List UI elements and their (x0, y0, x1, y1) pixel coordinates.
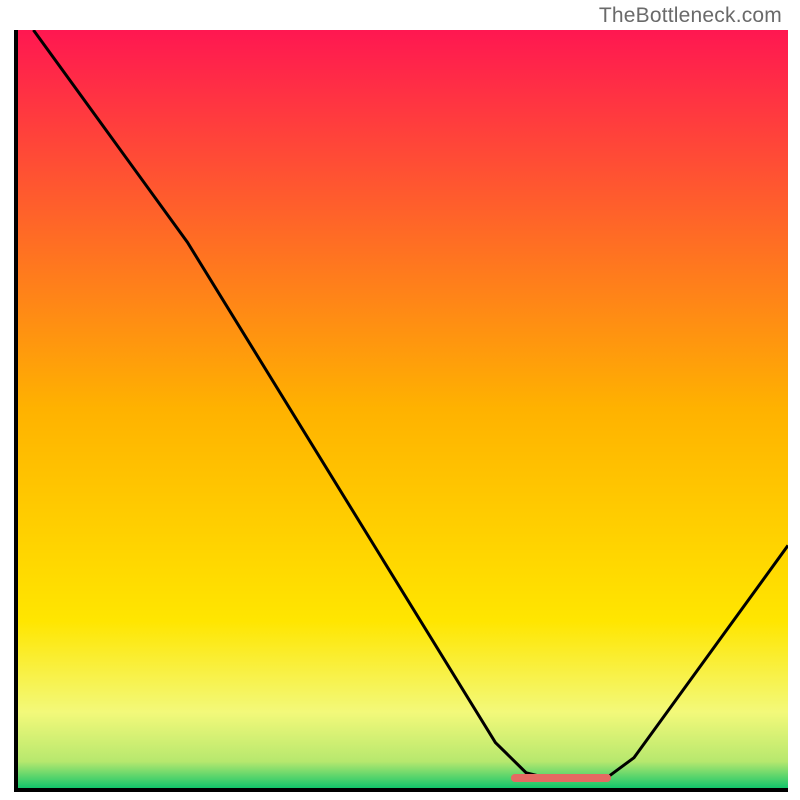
plot-area (18, 30, 788, 788)
optimal-range-marker (511, 774, 611, 782)
bottleneck-curve (18, 30, 788, 788)
watermark-text: TheBottleneck.com (599, 4, 782, 28)
chart-container (14, 30, 788, 792)
